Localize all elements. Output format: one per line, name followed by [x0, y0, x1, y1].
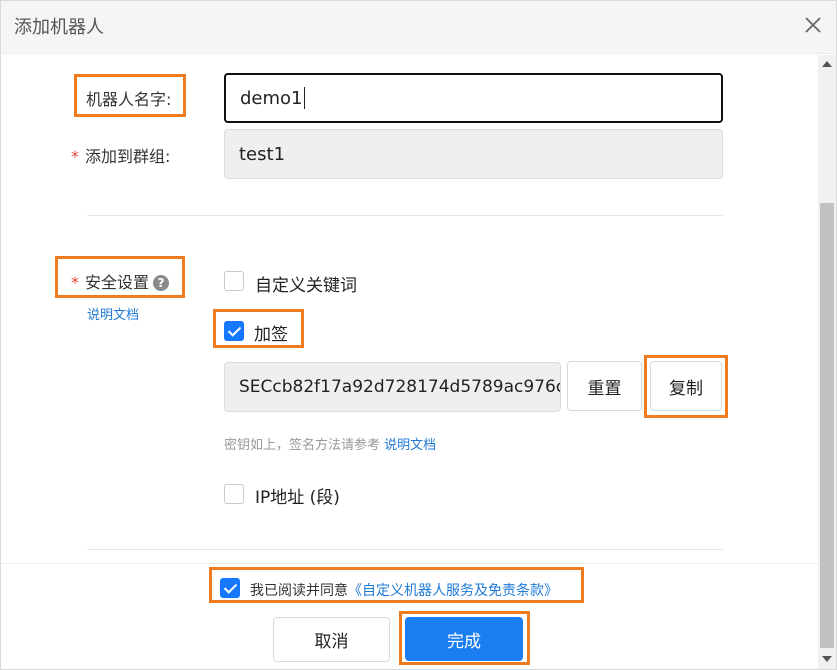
secret-value: SECcb82f17a92d728174d5789ac976c [239, 377, 561, 397]
text-caret [303, 87, 305, 109]
ip-checkbox[interactable] [224, 484, 244, 504]
robot-name-value: demo1 [240, 87, 303, 109]
group-label-row: * 添加到群组: [71, 143, 170, 167]
section-divider [87, 549, 723, 550]
dialog-footer: 我已阅读并同意《自定义机器人服务及免责条款》 取消 完成 [1, 563, 818, 669]
group-value: test1 [239, 143, 286, 165]
section-divider [87, 215, 723, 216]
robot-name-label: 机器人名字: [86, 90, 172, 109]
dialog-title: 添加机器人 [14, 17, 104, 38]
group-field: test1 [224, 129, 723, 179]
agree-row: 我已阅读并同意《自定义机器人服务及免责条款》 [250, 580, 558, 600]
scroll-up-arrow-icon[interactable] [822, 61, 832, 67]
security-label-row: * 安全设置? [71, 269, 170, 293]
add-robot-dialog: 添加机器人 机器人名字: demo1 * 添加到群组: test1 * 安全设置? … [0, 0, 837, 670]
hint-doc-link[interactable]: 说明文档 [384, 438, 436, 453]
scroll-down-arrow-icon[interactable] [822, 656, 832, 662]
help-icon[interactable]: ? [153, 275, 170, 291]
dialog-titlebar: 添加机器人 [1, 1, 836, 54]
secret-hint: 密钥如上，签名方法请参考 说明文档 [224, 434, 436, 453]
required-mark: * [71, 147, 79, 166]
agree-checkbox[interactable] [220, 578, 240, 598]
required-mark: * [71, 273, 79, 292]
ip-label[interactable]: IP地址 (段) [255, 483, 340, 508]
security-doc-link[interactable]: 说明文档 [87, 304, 139, 323]
close-icon[interactable] [801, 13, 825, 37]
group-label: 添加到群组: [85, 147, 171, 166]
robot-name-input[interactable]: demo1 [224, 73, 723, 123]
sign-checkbox[interactable] [224, 321, 244, 341]
custom-keyword-checkbox[interactable] [224, 271, 244, 291]
sign-label[interactable]: 加签 [254, 320, 288, 345]
custom-keyword-label[interactable]: 自定义关键词 [255, 271, 357, 296]
dialog-body: 机器人名字: demo1 * 添加到群组: test1 * 安全设置? 说明文档 自… [1, 55, 818, 563]
vertical-scrollbar[interactable] [818, 55, 836, 669]
secret-field: SECcb82f17a92d728174d5789ac976c [224, 362, 561, 412]
terms-link[interactable]: 《自定义机器人服务及免责条款》 [348, 583, 558, 599]
agree-text: 我已阅读并同意 [250, 583, 348, 599]
reset-button[interactable]: 重置 [567, 361, 642, 411]
scroll-thumb[interactable] [820, 203, 834, 648]
finish-button[interactable]: 完成 [405, 617, 523, 661]
hint-text: 密钥如上，签名方法请参考 [224, 438, 381, 453]
copy-button[interactable]: 复制 [650, 361, 722, 411]
cancel-button[interactable]: 取消 [273, 617, 390, 662]
security-label: 安全设置 [85, 273, 150, 292]
